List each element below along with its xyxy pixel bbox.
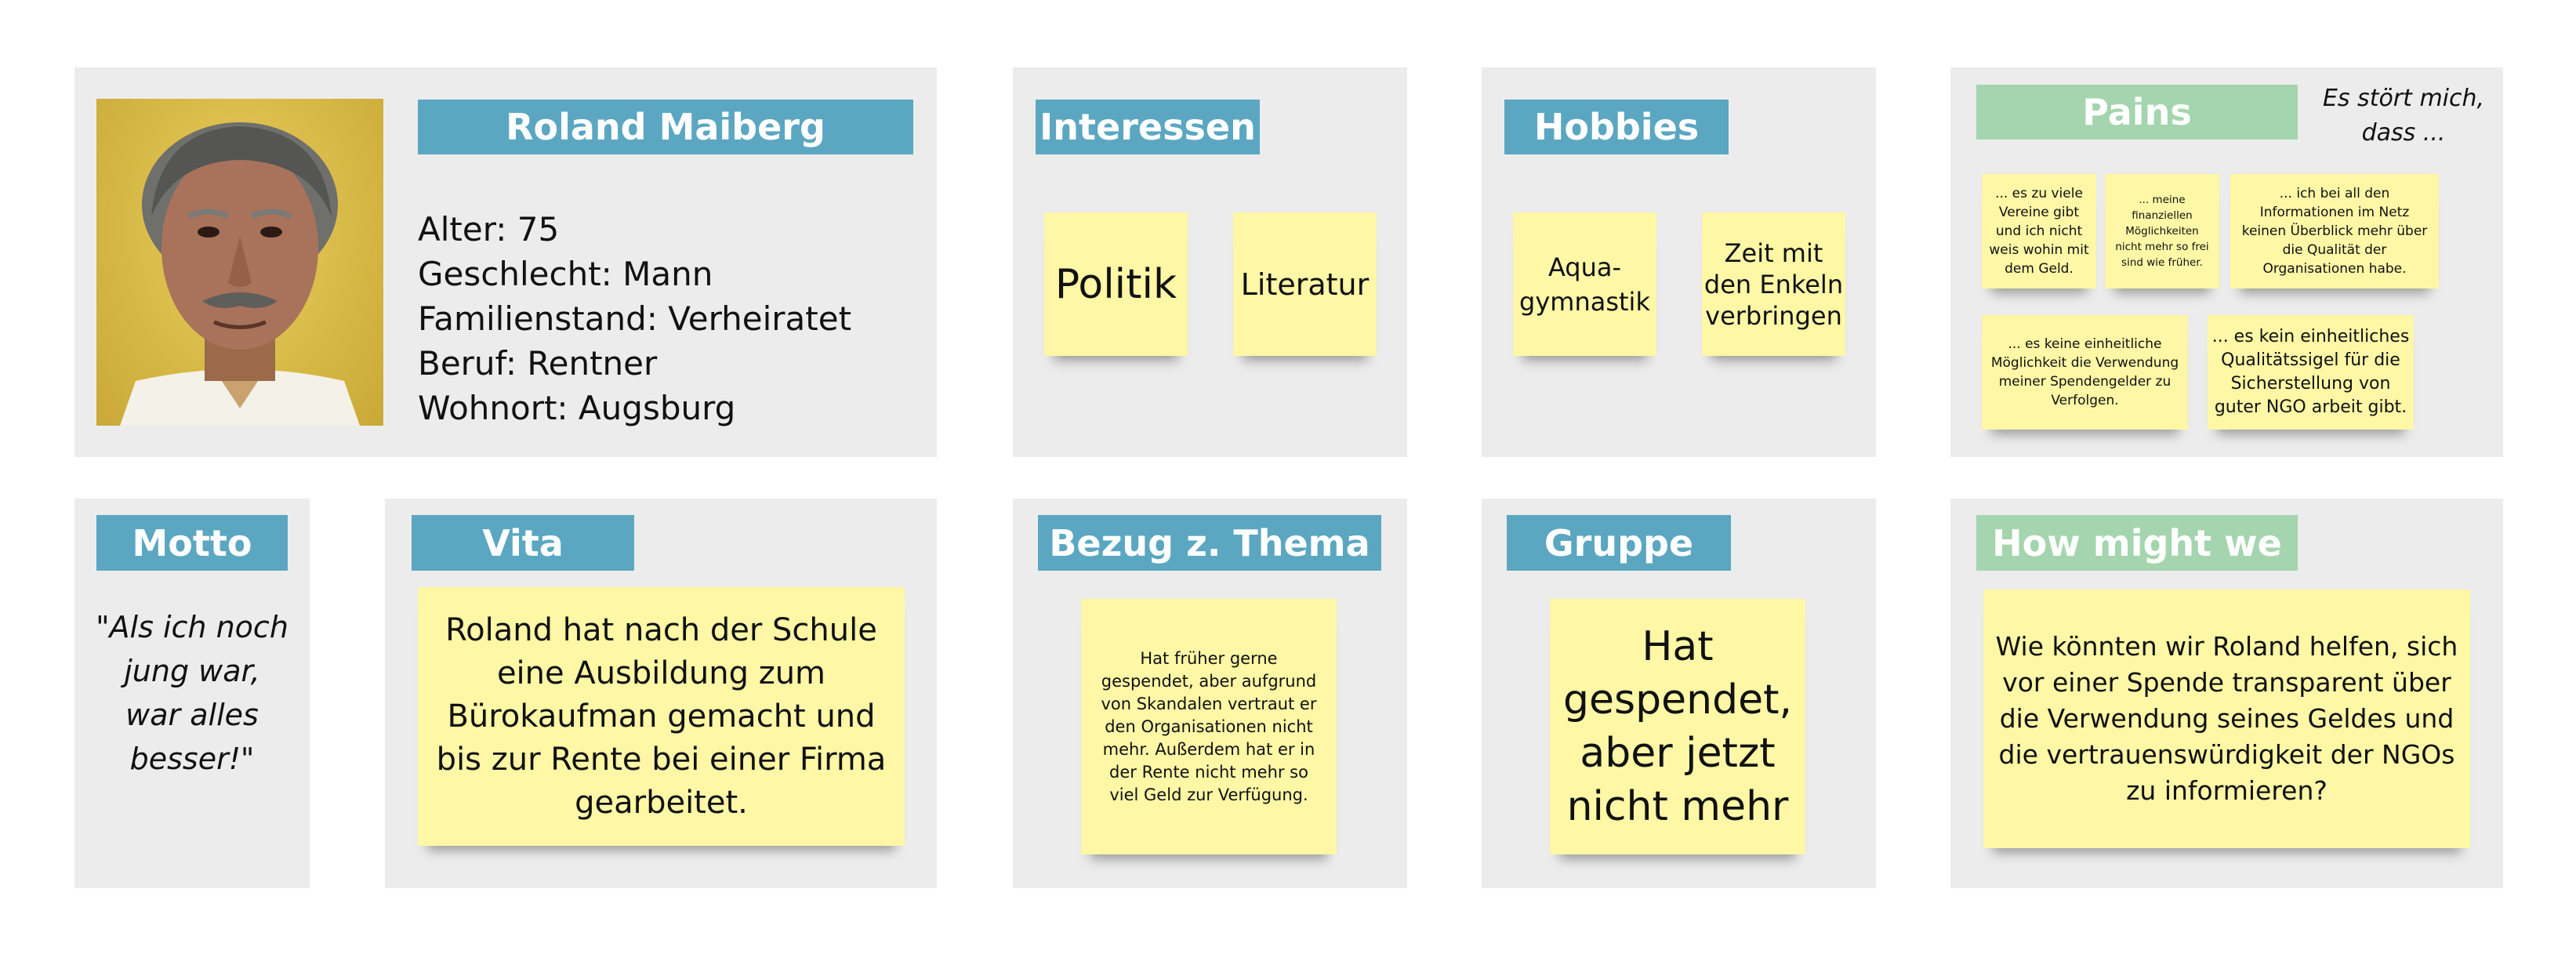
pains-caption: Es stört mich, dass ...: [2322, 85, 2485, 147]
hmw-note[interactable]: Wie könnten wir Roland helfen, sich vor …: [1983, 589, 2470, 848]
fact-marital-status: Familienstand: Verheiratet: [418, 299, 852, 338]
pains-note-qualitaetssiegel[interactable]: ... es kein einheitliches Qualitätssigel…: [2208, 315, 2414, 430]
hmw-panel: How might we Wie könnten wir Roland helf…: [1950, 499, 2503, 888]
fact-residence: Wohnort: Augsburg: [418, 389, 736, 427]
pains-title: Pains: [1976, 85, 2298, 140]
interessen-panel: Interessen Politik Literatur: [1013, 67, 1407, 457]
persona-name: Roland Maiberg: [506, 106, 825, 148]
persona-name-tag: Roland Maiberg: [418, 100, 913, 154]
fact-age: Alter: 75: [418, 210, 560, 248]
fact-occupation: Beruf: Rentner: [418, 344, 658, 383]
vita-title: Vita: [412, 515, 634, 571]
hobbies-note-enkel[interactable]: Zeit mit den Enkeln verbringen: [1702, 212, 1845, 356]
pains-note-ueberblick[interactable]: ... ich bei all den Informationen im Net…: [2230, 174, 2439, 288]
pains-panel: Pains Es stört mich, dass ... ... es zu …: [1950, 67, 2503, 457]
interessen-title: Interessen: [1036, 100, 1260, 154]
persona-panel: Roland Maiberg Alter: 75 Geschlecht: Man…: [74, 67, 937, 457]
persona-facts: Alter: 75 Geschlecht: Mann Familienstand…: [418, 207, 851, 430]
interessen-note-politik[interactable]: Politik: [1044, 212, 1188, 356]
hmw-title: How might we: [1976, 515, 2298, 571]
bezug-title: Bezug z. Thema: [1038, 515, 1381, 571]
vita-panel: Vita Roland hat nach der Schule eine Aus…: [385, 499, 937, 888]
motto-title: Motto: [96, 515, 288, 571]
fact-gender: Geschlecht: Mann: [418, 255, 713, 293]
hobbies-note-aquagymnastik[interactable]: Aqua- gymnastik: [1513, 212, 1656, 356]
vita-note[interactable]: Roland hat nach der Schule eine Ausbildu…: [418, 587, 905, 846]
motto-panel: Motto "Als ich noch jung war, war alles …: [74, 499, 310, 888]
gruppe-title: Gruppe: [1507, 515, 1731, 571]
gruppe-note[interactable]: Hat gespendet, aber jetzt nicht mehr: [1550, 599, 1805, 854]
motto-quote: "Als ich noch jung war, war alles besser…: [96, 610, 288, 776]
bezug-note[interactable]: Hat früher gerne gespendet, aber aufgrun…: [1081, 599, 1337, 854]
gruppe-panel: Gruppe Hat gespendet, aber jetzt nicht m…: [1482, 499, 1876, 888]
person-portrait-icon: [120, 122, 360, 426]
pains-note-vereine[interactable]: ... es zu viele Vereine gibt und ich nic…: [1982, 174, 2096, 288]
pains-note-finanzen[interactable]: ... meine finanziellen Möglichkeiten nic…: [2105, 174, 2219, 288]
hobbies-panel: Hobbies Aqua- gymnastik Zeit mit den Enk…: [1482, 67, 1876, 457]
interessen-note-literatur[interactable]: Literatur: [1233, 212, 1377, 356]
hobbies-title: Hobbies: [1504, 100, 1729, 154]
pains-note-verwendung[interactable]: ... es keine einheitliche Möglichkeit di…: [1982, 315, 2188, 430]
persona-photo: [96, 99, 383, 426]
bezug-panel: Bezug z. Thema Hat früher gerne gespende…: [1013, 499, 1407, 888]
